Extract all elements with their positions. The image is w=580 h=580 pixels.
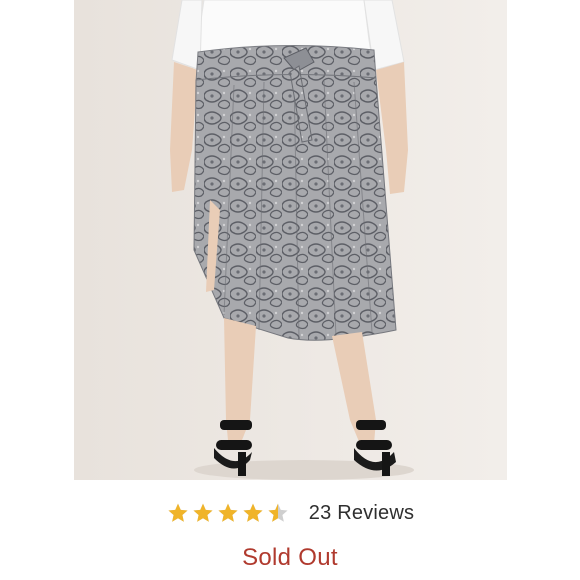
listing-card: 23 Reviews Sold Out bbox=[0, 0, 580, 580]
product-photo[interactable] bbox=[74, 0, 507, 480]
star-icon bbox=[268, 503, 288, 522]
star-rating bbox=[166, 502, 291, 524]
star-icon bbox=[218, 503, 238, 522]
reviews-count[interactable]: 23 Reviews bbox=[309, 502, 414, 525]
star-icon bbox=[193, 503, 213, 522]
star-icon bbox=[243, 503, 263, 522]
star-icon bbox=[168, 503, 188, 522]
sold-out-status: Sold Out bbox=[242, 544, 338, 571]
rating-row[interactable]: 23 Reviews bbox=[0, 496, 580, 530]
product-image bbox=[74, 0, 507, 480]
